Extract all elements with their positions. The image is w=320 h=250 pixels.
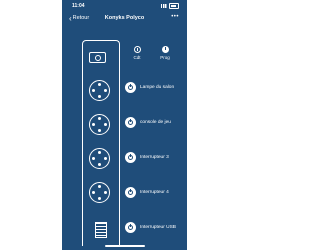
power-icon: [128, 154, 133, 160]
signal-icon: [161, 4, 167, 8]
usb-port: [95, 222, 107, 238]
power-icon: [128, 84, 133, 90]
socket-3: [89, 148, 110, 169]
power-toggle-button[interactable]: [125, 116, 136, 128]
alarm-icon: [133, 46, 141, 53]
countdown-button[interactable]: Cdt: [122, 46, 152, 60]
battery-icon: [169, 3, 179, 9]
outlet-label: Interrupteur USB: [140, 224, 176, 230]
socket-2: [89, 114, 110, 135]
outlet-row-1[interactable]: Lampe du salon: [125, 81, 174, 93]
countdown-label: Cdt: [133, 55, 141, 60]
chevron-left-icon: ‹: [69, 13, 72, 23]
outlet-row-3[interactable]: Interrupteur 3: [125, 151, 169, 163]
status-bar: 11:04: [62, 0, 187, 12]
outlet-row-2[interactable]: console de jeu: [125, 116, 171, 128]
power-icon: [128, 119, 133, 125]
program-button[interactable]: Prog: [150, 46, 180, 60]
program-icon: [161, 46, 169, 53]
outlet-row-4[interactable]: Interrupteur 4: [125, 186, 169, 198]
power-toggle-button[interactable]: [125, 221, 136, 233]
power-icon: [128, 189, 133, 195]
status-time: 11:04: [72, 3, 85, 9]
home-indicator: [105, 245, 145, 247]
outlet-label: Lampe du salon: [140, 84, 175, 90]
power-icon: [128, 224, 133, 230]
app-screen: 11:04 ‹ Retour Konyks Polyco ••• Cdt Pro…: [62, 0, 187, 250]
program-label: Prog: [160, 55, 170, 60]
back-label: Retour: [72, 15, 90, 21]
outlet-label: Interrupteur 3: [140, 154, 169, 160]
power-toggle-button[interactable]: [125, 151, 136, 163]
indicator-light-icon: [94, 54, 101, 61]
outlet-label: Interrupteur 4: [140, 189, 169, 195]
outlet-label: console de jeu: [140, 119, 171, 125]
socket-1: [89, 80, 110, 101]
power-toggle-button[interactable]: [125, 81, 136, 93]
outlet-row-5[interactable]: Interrupteur USB: [125, 221, 176, 233]
socket-4: [89, 182, 110, 203]
navigation-bar: ‹ Retour Konyks Polyco •••: [62, 12, 187, 24]
more-options-button[interactable]: •••: [171, 14, 179, 20]
master-switch[interactable]: [89, 52, 106, 63]
power-strip-outline: [82, 40, 120, 246]
power-toggle-button[interactable]: [125, 186, 136, 198]
back-button[interactable]: ‹ Retour: [69, 13, 90, 23]
